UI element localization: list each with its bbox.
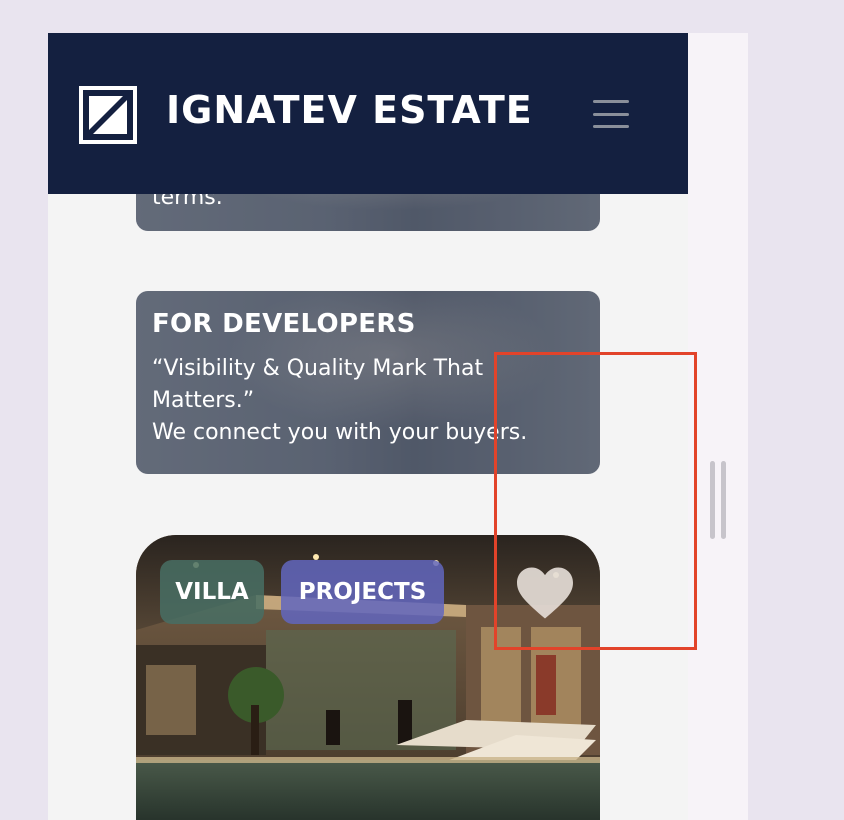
developers-quote-line1: “Visibility & Quality Mark That (152, 356, 484, 381)
developers-title: FOR DEVELOPERS (152, 309, 416, 339)
tag-villa[interactable]: VILLA (160, 560, 264, 624)
developers-quote-line2: Matters.” (152, 388, 255, 413)
tag-projects[interactable]: PROJECTS (281, 560, 444, 624)
developers-body: We connect you with your buyers. (152, 420, 528, 445)
hamburger-menu-icon[interactable] (593, 100, 629, 128)
site-header: IGNATEV ESTATE (48, 33, 688, 194)
brand-name[interactable]: IGNATEV ESTATE (166, 88, 533, 132)
resize-handle[interactable] (708, 461, 728, 539)
heart-icon[interactable] (514, 565, 576, 621)
property-listing-card[interactable]: VILLA PROJECTS (136, 535, 600, 820)
mobile-viewport: terms. FOR DEVELOPERS “Visibility & Qual… (48, 33, 688, 820)
developers-card[interactable]: FOR DEVELOPERS “Visibility & Quality Mar… (136, 291, 600, 474)
square-frame-logo-icon[interactable] (79, 86, 137, 144)
